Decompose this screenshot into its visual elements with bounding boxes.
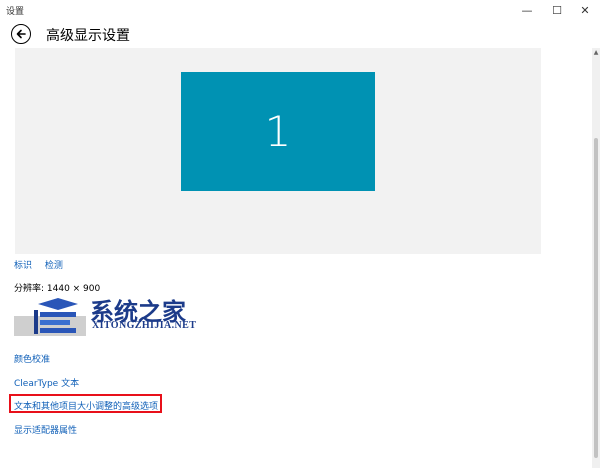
display-links: 标识 检测 xyxy=(14,258,73,271)
maximize-button[interactable]: ☐ xyxy=(542,0,572,20)
watermark-logo-icon xyxy=(34,298,78,334)
back-button[interactable] xyxy=(11,24,31,44)
close-button[interactable]: ✕ xyxy=(570,0,600,20)
window-title: 设置 xyxy=(6,7,25,17)
highlight-annotation xyxy=(9,394,162,413)
page-title: 高级显示设置 xyxy=(46,28,130,44)
display-adapter-properties-link[interactable]: 显示适配器属性 xyxy=(14,423,77,436)
title-bar: 设置 — ☐ ✕ xyxy=(0,0,600,20)
minimize-button[interactable]: — xyxy=(512,0,542,20)
page-header: 高级显示设置 xyxy=(0,20,600,48)
detect-link[interactable]: 检测 xyxy=(45,261,63,271)
identify-link[interactable]: 标识 xyxy=(14,261,32,271)
display-preview: 1 xyxy=(15,48,541,254)
color-calibration-link[interactable]: 颜色校准 xyxy=(14,352,50,365)
back-arrow-icon xyxy=(16,29,26,39)
watermark: 系统之家 XITONGZHIJIA.NET xyxy=(30,290,220,346)
scrollbar[interactable]: ▲ xyxy=(592,48,600,468)
cleartype-text-link[interactable]: ClearType 文本 xyxy=(14,376,79,389)
scroll-up-icon[interactable]: ▲ xyxy=(592,48,600,58)
scroll-thumb[interactable] xyxy=(594,138,598,458)
watermark-url: XITONGZHIJIA.NET xyxy=(92,320,197,331)
monitor-1[interactable]: 1 xyxy=(181,72,375,191)
